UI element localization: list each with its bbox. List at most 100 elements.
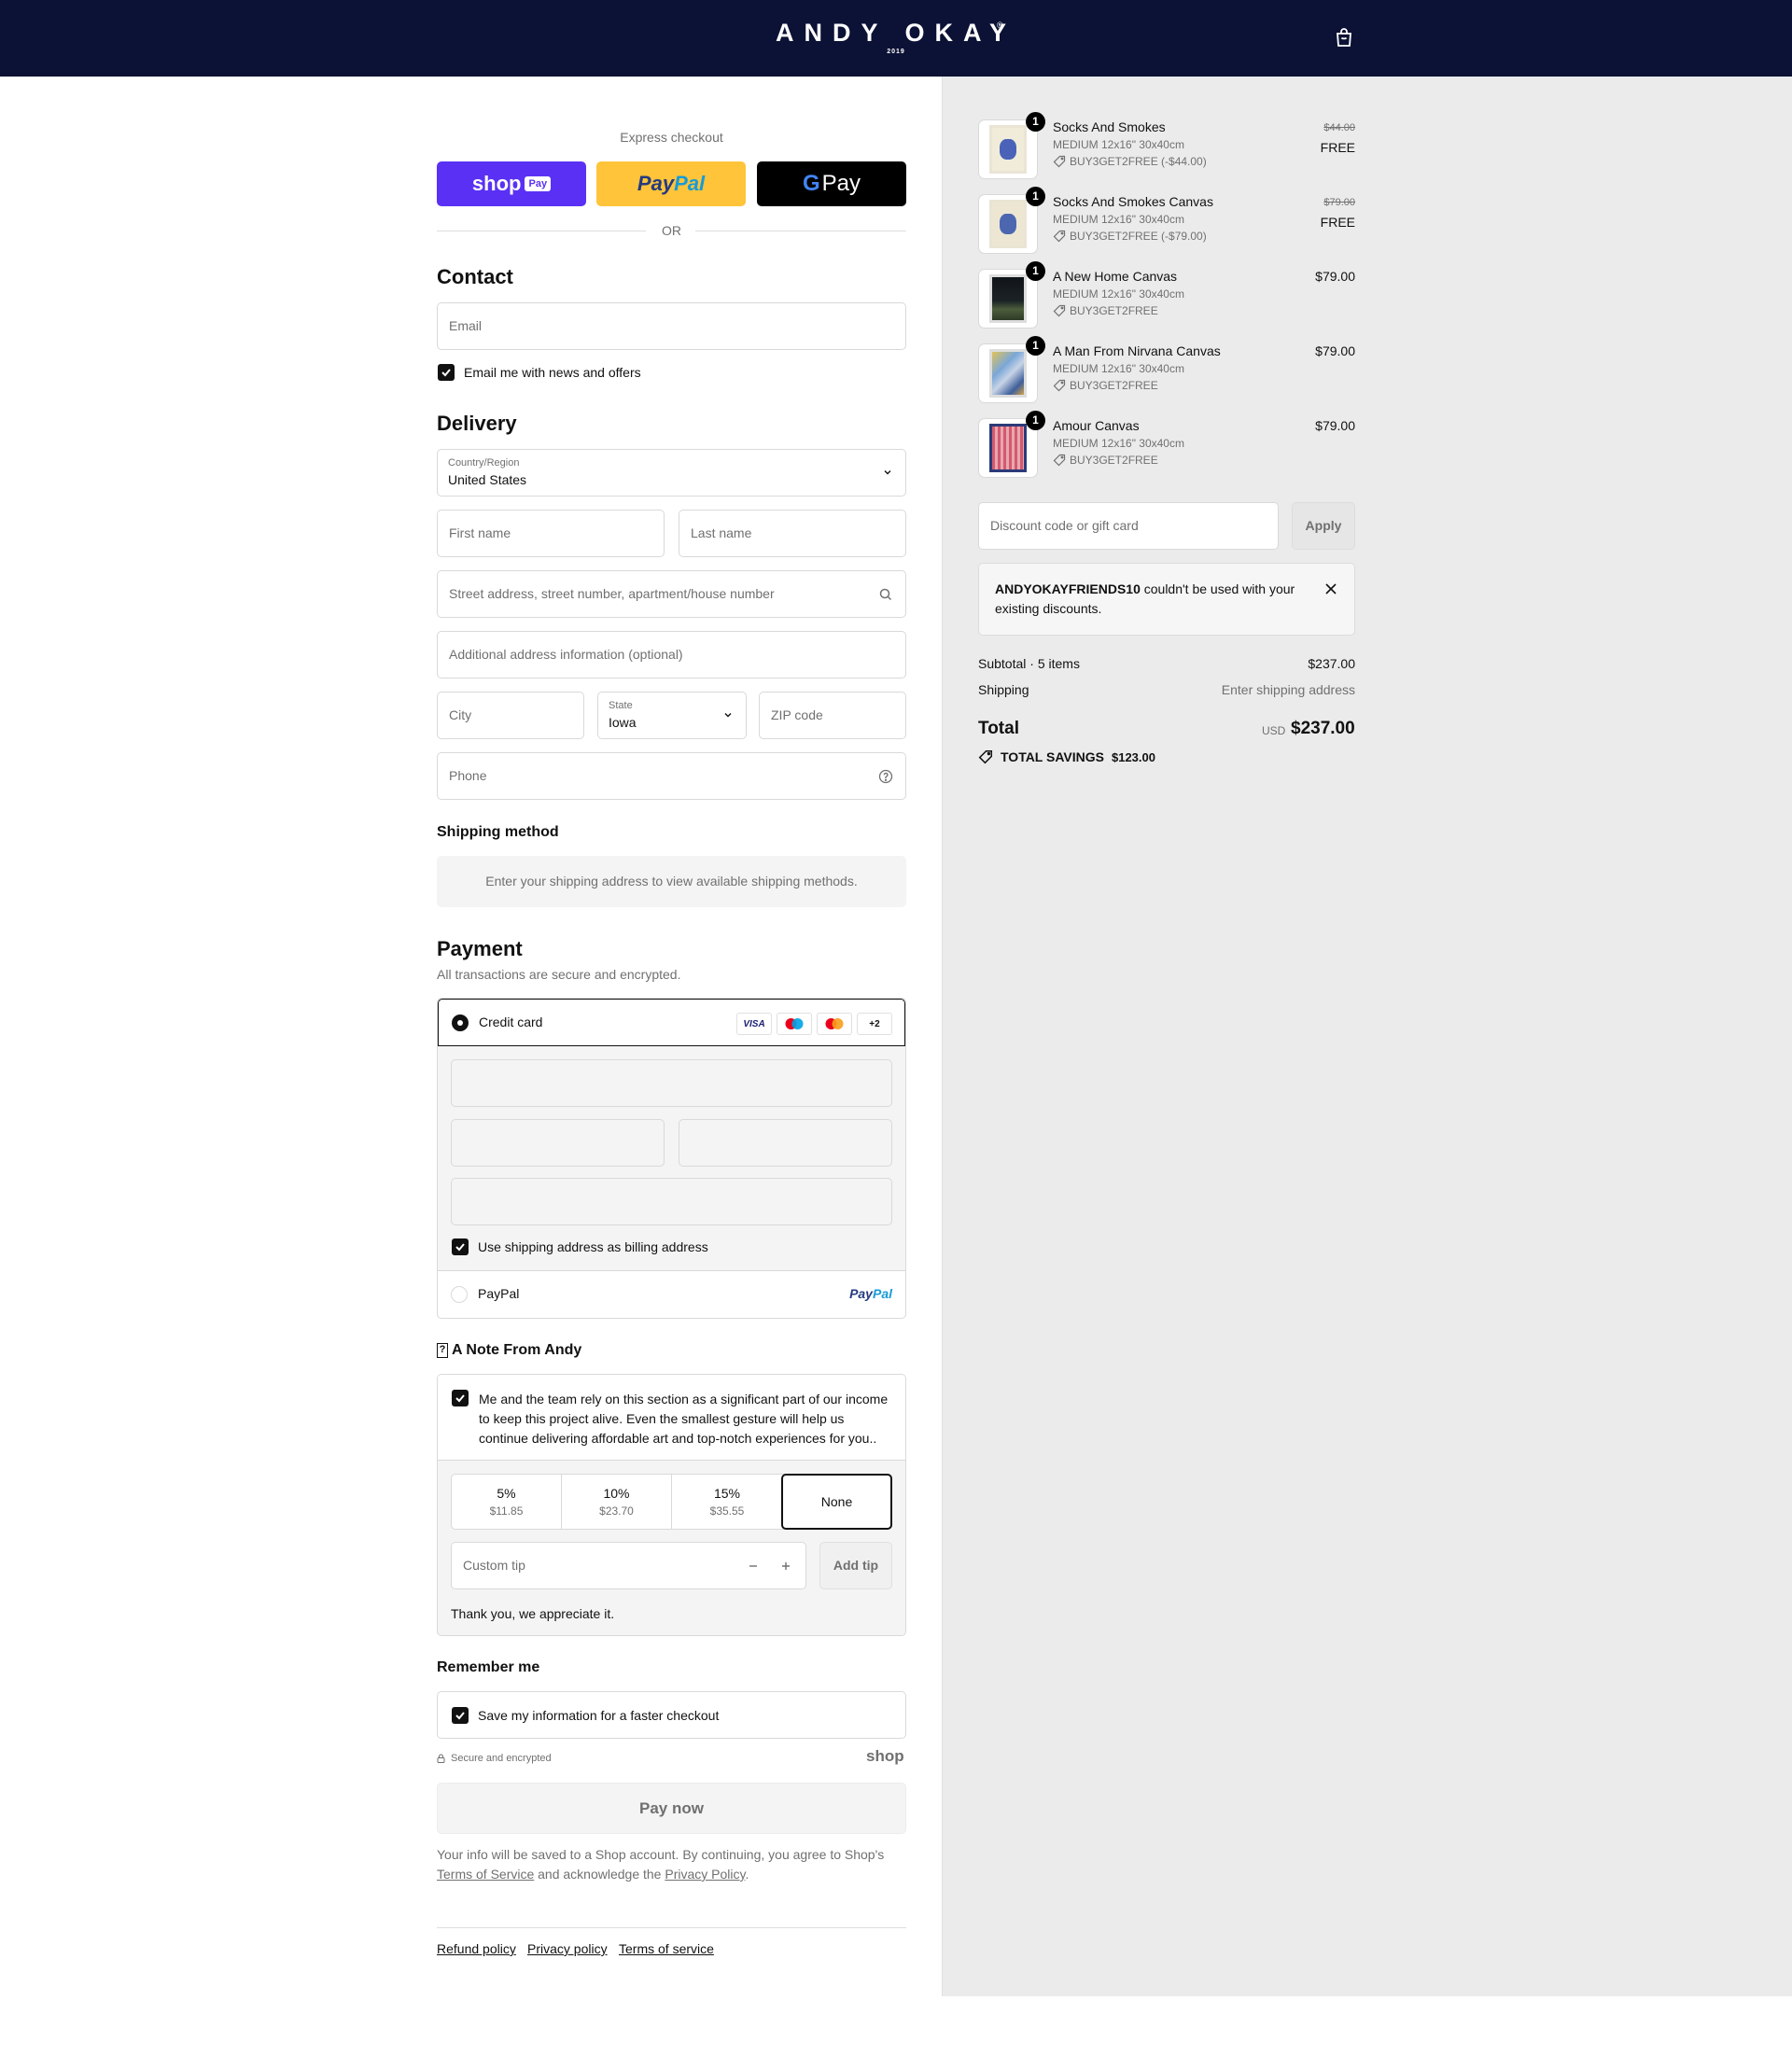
discount-code: BUY3GET2FREE (-$79.00): [1070, 230, 1207, 243]
delivery-heading: Delivery: [437, 412, 517, 435]
checkmark-icon: [455, 1712, 465, 1720]
credit-card-radio[interactable]: [452, 1015, 469, 1031]
discount-tag: BUY3GET2FREE (-$44.00): [1053, 155, 1207, 168]
lock-icon: [437, 1754, 445, 1763]
tip-option-10[interactable]: 10% $23.70: [562, 1475, 672, 1529]
shop-privacy-link[interactable]: Privacy Policy: [665, 1867, 745, 1882]
legal-text-3: .: [745, 1867, 749, 1882]
tip-amount: $35.55: [709, 1504, 745, 1518]
shipping-method-heading: Shipping method: [437, 824, 559, 840]
refund-policy-link[interactable]: Refund policy: [437, 1941, 516, 1956]
apply-discount-button[interactable]: Apply: [1292, 502, 1355, 550]
paypal-option[interactable]: PayPal PayPal: [438, 1271, 905, 1318]
product-name: A Man From Nirvana Canvas: [1053, 343, 1221, 358]
savings-label: TOTAL SAVINGS: [1001, 749, 1104, 764]
store-logo[interactable]: ANDY OKAY: [0, 19, 1792, 48]
tip-percent: 15%: [713, 1486, 741, 1501]
tip-options: 5% $11.85 10% $23.70 15% $35.55 None: [451, 1474, 892, 1530]
card-name-field[interactable]: [451, 1178, 892, 1225]
state-select[interactable]: State Iowa: [597, 692, 747, 739]
address-placeholder: Street address, street number, apartment…: [449, 586, 775, 601]
address-field[interactable]: Street address, street number, apartment…: [437, 570, 906, 618]
tip-option-none[interactable]: None: [781, 1474, 892, 1530]
shop-terms-link[interactable]: Terms of Service: [437, 1867, 534, 1882]
checkmark-icon: [455, 1243, 465, 1252]
quantity-badge: 1: [1026, 336, 1045, 356]
paypal-wordmark-pal: Pal: [674, 172, 706, 195]
mastercard-icon: [817, 1013, 852, 1035]
discount-error-code: ANDYOKAYFRIENDS10: [995, 581, 1141, 596]
country-label: Country/Region: [448, 457, 520, 469]
paypal-wordmark-pay: Pay: [637, 172, 675, 195]
minus-icon[interactable]: [748, 1560, 759, 1572]
quantity-badge: 1: [1026, 261, 1045, 281]
site-header: ANDY OKAY ® 2019: [0, 0, 1792, 77]
total-label: Total: [978, 719, 1019, 738]
chevron-down-icon: [724, 713, 732, 718]
save-info-checkbox[interactable]: [452, 1707, 469, 1724]
help-icon[interactable]: [878, 769, 893, 784]
maestro-icon: [777, 1013, 812, 1035]
discount-code: BUY3GET2FREE: [1070, 454, 1158, 467]
original-price: $44.00: [1323, 122, 1355, 133]
tip-consent-checkbox[interactable]: [452, 1390, 469, 1406]
custom-tip-field[interactable]: Custom tip: [451, 1542, 806, 1589]
credit-card-option[interactable]: Credit card VISA +2: [438, 999, 905, 1046]
save-info-label: Save my information for a faster checkou…: [478, 1708, 720, 1723]
line-item: 1 A New Home Canvas MEDIUM 12x16" 30x40c…: [978, 261, 1355, 332]
google-pay-button[interactable]: G Pay: [757, 161, 906, 206]
product-variant: MEDIUM 12x16" 30x40cm: [1053, 213, 1184, 226]
zip-field[interactable]: ZIP code: [759, 692, 906, 739]
paypal-radio[interactable]: [451, 1286, 468, 1303]
shop-logo: shop: [866, 1747, 904, 1765]
country-value: United States: [448, 472, 527, 487]
item-price: $79.00: [1315, 269, 1355, 284]
tip-option-15[interactable]: 15% $35.55: [672, 1475, 782, 1529]
tip-option-5[interactable]: 5% $11.85: [452, 1475, 562, 1529]
product-name: Amour Canvas: [1053, 418, 1140, 433]
checkmark-icon: [455, 1394, 465, 1403]
city-field[interactable]: City: [437, 692, 584, 739]
quantity-badge: 1: [1026, 411, 1045, 430]
card-expiry-field[interactable]: [451, 1119, 665, 1167]
paypal-express-button[interactable]: Pay Pal: [596, 161, 746, 206]
close-icon[interactable]: [1324, 582, 1337, 595]
tip-section: Me and the team rely on this section as …: [437, 1374, 906, 1636]
country-select[interactable]: Country/Region United States: [437, 449, 906, 497]
discount-code-field[interactable]: Discount code or gift card: [978, 502, 1279, 550]
search-icon: [879, 588, 892, 601]
line-item: 1 Amour Canvas MEDIUM 12x16" 30x40cm BUY…: [978, 411, 1355, 482]
add-tip-button[interactable]: Add tip: [819, 1542, 892, 1589]
legal-text-1: Your info will be saved to a Shop accoun…: [437, 1847, 885, 1862]
express-checkout-title: Express checkout: [620, 130, 723, 145]
visa-icon: VISA: [736, 1013, 772, 1035]
subtotal-label: Subtotal · 5 items: [978, 656, 1080, 671]
tip-consent-row: Me and the team rely on this section as …: [438, 1375, 905, 1461]
shop-pay-button[interactable]: shop Pay: [437, 161, 586, 206]
phone-field[interactable]: Phone: [437, 752, 906, 800]
pay-now-button[interactable]: Pay now: [437, 1783, 906, 1834]
discount-code-placeholder: Discount code or gift card: [990, 518, 1139, 533]
plus-icon[interactable]: [780, 1560, 791, 1572]
tag-icon: [1053, 454, 1066, 467]
city-placeholder: City: [449, 707, 472, 722]
item-price: FREE: [1320, 215, 1355, 230]
tag-icon: [1053, 230, 1066, 243]
shopping-bag-icon[interactable]: [1333, 26, 1355, 49]
newsletter-checkbox[interactable]: [438, 364, 455, 381]
email-field[interactable]: Email: [437, 302, 906, 350]
first-name-field[interactable]: First name: [437, 510, 665, 557]
address2-field[interactable]: Additional address information (optional…: [437, 631, 906, 679]
billing-address-checkbox[interactable]: [452, 1238, 469, 1255]
terms-of-service-link[interactable]: Terms of service: [619, 1941, 714, 1956]
card-number-field[interactable]: [451, 1059, 892, 1107]
tip-amount: $23.70: [599, 1504, 634, 1518]
tip-thanks: Thank you, we appreciate it.: [451, 1606, 615, 1621]
discount-code: BUY3GET2FREE: [1070, 379, 1158, 392]
last-name-field[interactable]: Last name: [679, 510, 906, 557]
card-cvv-field[interactable]: [679, 1119, 892, 1167]
privacy-policy-link[interactable]: Privacy policy: [527, 1941, 608, 1956]
tip-amount: $11.85: [489, 1504, 524, 1518]
paypal-logo-pal: Pal: [872, 1286, 892, 1301]
tag-icon: [978, 749, 993, 764]
